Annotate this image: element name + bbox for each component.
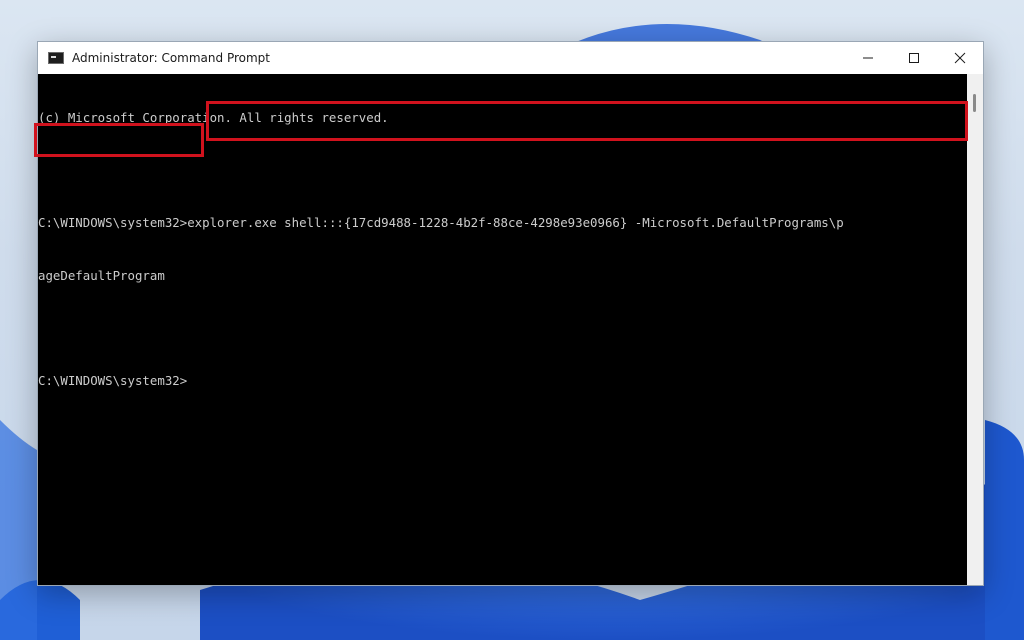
command-prompt-window[interactable]: Administrator: Command Prompt (c) Micros… [37, 41, 984, 586]
minimize-button[interactable] [845, 42, 891, 74]
command-text: explorer.exe shell:::{17cd9488-1228-4b2f… [187, 215, 844, 230]
command-continuation: ageDefaultProgram [38, 267, 165, 283]
maximize-icon [909, 53, 919, 63]
prompt: C:\WINDOWS\system32> [38, 215, 188, 230]
minimize-icon [863, 57, 873, 59]
vertical-scrollbar[interactable] [967, 74, 983, 585]
maximize-button[interactable] [891, 42, 937, 74]
scrollbar-thumb[interactable] [973, 94, 976, 112]
copyright-line: (c) Microsoft Corporation. All rights re… [38, 110, 389, 125]
command-prompt-icon [48, 52, 64, 64]
close-button[interactable] [937, 42, 983, 74]
command-line: C:\WINDOWS\system32>explorer.exe shell::… [38, 214, 967, 232]
current-prompt[interactable]: C:\WINDOWS\system32> [38, 372, 967, 390]
window-title: Administrator: Command Prompt [72, 51, 270, 65]
console-output[interactable]: (c) Microsoft Corporation. All rights re… [38, 74, 967, 585]
title-bar[interactable]: Administrator: Command Prompt [38, 42, 983, 74]
close-icon [954, 52, 966, 64]
